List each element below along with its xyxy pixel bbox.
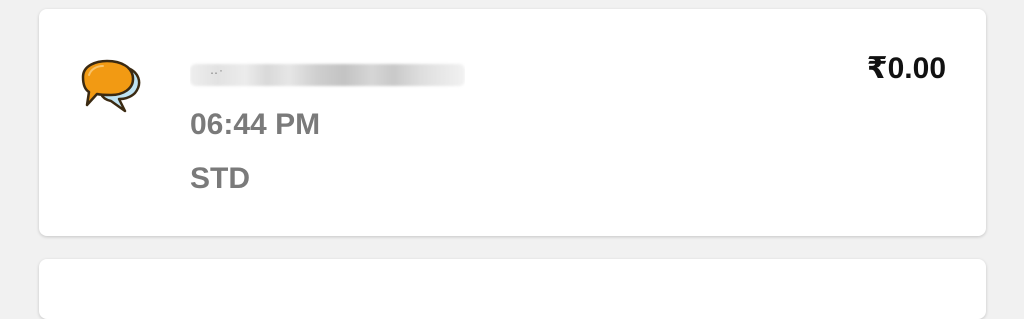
blurred-contact-name	[190, 64, 465, 86]
call-type: STD	[190, 162, 250, 195]
call-amount: ₹0.00	[866, 52, 946, 85]
call-log-card[interactable]: ‥· 06:44 PM STD ₹0.00	[39, 9, 986, 236]
call-time: 06:44 PM	[190, 108, 321, 141]
blurred-marks: ‥·	[210, 63, 225, 77]
chat-bubbles-icon	[79, 55, 145, 117]
next-call-log-card[interactable]	[39, 259, 986, 319]
contact-name: ‥·	[190, 58, 465, 92]
